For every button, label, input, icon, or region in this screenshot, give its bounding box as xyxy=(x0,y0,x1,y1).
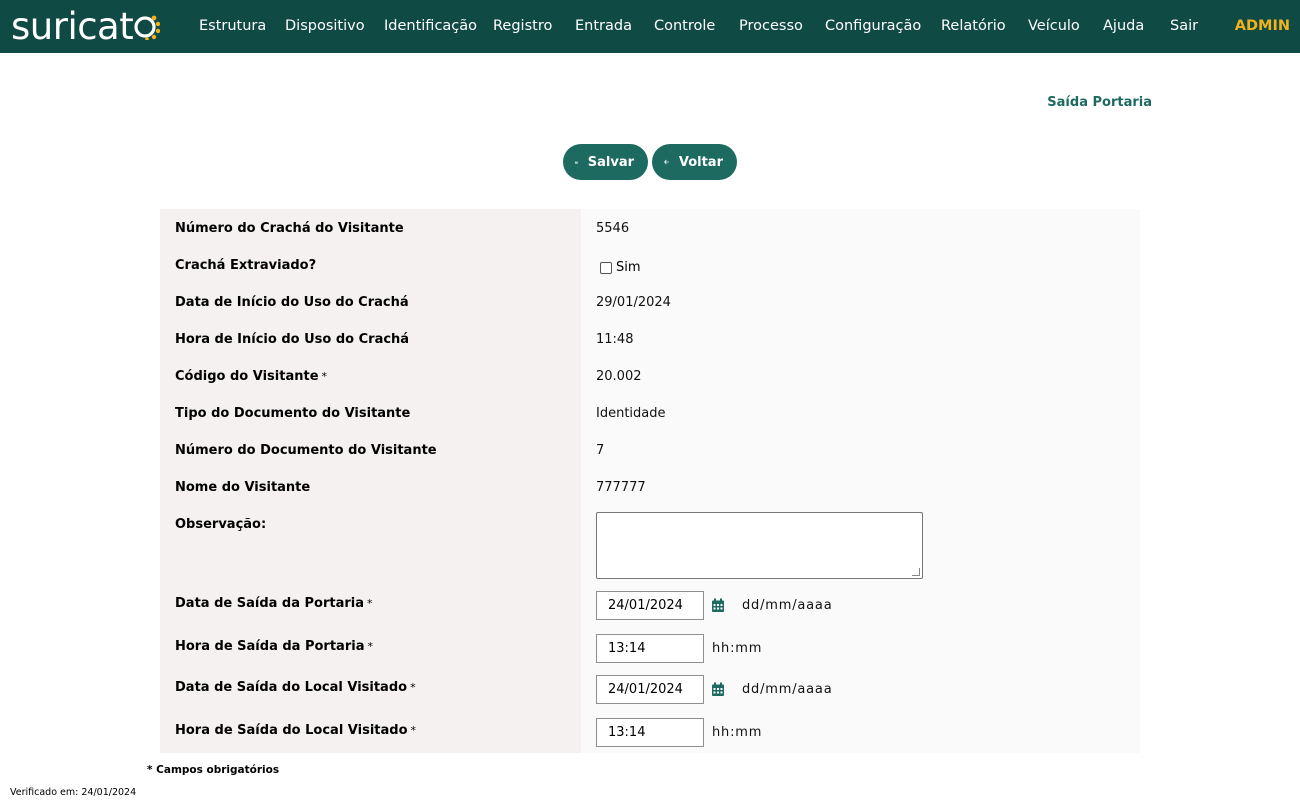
observation-textarea[interactable] xyxy=(596,512,923,579)
user-admin-label[interactable]: ADMIN xyxy=(1235,18,1290,34)
badge-start-date-value: 29/01/2024 xyxy=(596,295,671,310)
required-mark: * xyxy=(410,681,416,694)
exit-place-time-input[interactable]: 13:14 xyxy=(596,718,704,747)
resize-handle[interactable] xyxy=(912,568,920,576)
exit-place-time-label: Hora de Saída do Local Visitado * xyxy=(175,723,416,738)
exit-gate-date-input[interactable]: 24/01/2024 xyxy=(596,591,704,620)
required-mark: * xyxy=(410,724,417,737)
doc-type-label: Tipo do Documento do Visitante xyxy=(175,406,411,421)
floppy-disk-icon xyxy=(575,160,578,164)
observation-label: Observação: xyxy=(175,517,267,532)
nav-item-identificacao[interactable]: Identificação xyxy=(384,18,477,34)
exit-gate-time-label: Hora de Saída da Portaria * xyxy=(175,639,373,654)
back-button[interactable]: Voltar xyxy=(652,144,737,180)
time-format-hint: hh:mm xyxy=(712,725,763,740)
main-menu: Estrutura Dispositivo Identificação Regi… xyxy=(0,0,1300,53)
badge-start-date-label: Data de Início do Uso do Crachá xyxy=(175,295,409,310)
exit-gate-time-input[interactable]: 13:14 xyxy=(596,634,704,663)
exit-gate-date-label-text: Data de Saída da Portaria xyxy=(175,596,365,611)
badge-number-label: Número do Crachá do Visitante xyxy=(175,221,404,236)
form-values-column xyxy=(581,209,1140,753)
nav-item-configuracao[interactable]: Configuração xyxy=(825,18,921,34)
doc-number-value: 7 xyxy=(596,443,605,458)
exit-gate-date-label: Data de Saída da Portaria * xyxy=(175,596,373,611)
exit-gate-time-label-text: Hora de Saída da Portaria xyxy=(175,639,365,654)
exit-place-date-input[interactable]: 24/01/2024 xyxy=(596,675,704,704)
back-button-label: Voltar xyxy=(678,154,723,170)
top-navbar: suricat Estrutura Dispositivo Identifica… xyxy=(0,0,1300,53)
badge-lost-option-label[interactable]: Sim xyxy=(616,260,641,275)
calendar-icon[interactable] xyxy=(711,682,725,701)
nav-item-relatorio[interactable]: Relatório xyxy=(941,18,1006,34)
exit-place-time-label-text: Hora de Saída do Local Visitado xyxy=(175,723,408,738)
nav-item-entrada[interactable]: Entrada xyxy=(575,18,632,34)
checkbox-box[interactable] xyxy=(600,261,612,274)
date-format-hint: dd/mm/aaaa xyxy=(742,682,833,697)
date-format-hint: dd/mm/aaaa xyxy=(742,598,833,613)
visitor-name-label: Nome do Visitante xyxy=(175,480,311,495)
visitor-code-value: 20.002 xyxy=(596,369,642,384)
exit-place-date-label: Data de Saída do Local Visitado * xyxy=(175,680,416,695)
exit-place-date-label-text: Data de Saída do Local Visitado xyxy=(175,680,408,695)
nav-item-ajuda[interactable]: Ajuda xyxy=(1103,18,1144,34)
nav-item-veiculo[interactable]: Veículo xyxy=(1028,18,1080,34)
badge-start-time-value: 11:48 xyxy=(596,332,634,347)
nav-item-dispositivo[interactable]: Dispositivo xyxy=(285,18,365,34)
nav-item-controle[interactable]: Controle xyxy=(654,18,715,34)
page-title: Saída Portaria xyxy=(1047,95,1152,110)
visitor-name-value: 777777 xyxy=(596,480,646,495)
verified-date: Verificado em: 24/01/2024 xyxy=(10,787,137,798)
calendar-icon[interactable] xyxy=(711,598,725,617)
doc-type-value: Identidade xyxy=(596,406,666,421)
required-fields-note: * Campos obrigatórios xyxy=(147,764,280,776)
required-mark: * xyxy=(321,370,328,383)
arrow-left-icon xyxy=(664,159,669,165)
visitor-code-label-text: Código do Visitante xyxy=(175,369,319,384)
exit-form: Número do Crachá do Visitante 5546 Crach… xyxy=(160,209,1140,753)
doc-number-label: Número do Documento do Visitante xyxy=(175,443,437,458)
badge-lost-label: Crachá Extraviado? xyxy=(175,258,317,273)
required-mark: * xyxy=(367,597,373,610)
badge-start-time-label: Hora de Início do Uso do Crachá xyxy=(175,332,410,347)
time-format-hint: hh:mm xyxy=(712,641,763,656)
badge-lost-checkbox[interactable]: Sim xyxy=(600,260,641,275)
nav-item-registro[interactable]: Registro xyxy=(493,18,552,34)
nav-item-sair[interactable]: Sair xyxy=(1170,18,1198,34)
save-button-label: Salvar xyxy=(587,154,634,170)
required-mark: * xyxy=(367,640,373,653)
badge-number-value: 5546 xyxy=(596,221,630,236)
save-button[interactable]: Salvar xyxy=(563,144,648,180)
visitor-code-label: Código do Visitante * xyxy=(175,369,327,384)
nav-item-estrutura[interactable]: Estrutura xyxy=(199,18,266,34)
nav-item-processo[interactable]: Processo xyxy=(739,18,803,34)
